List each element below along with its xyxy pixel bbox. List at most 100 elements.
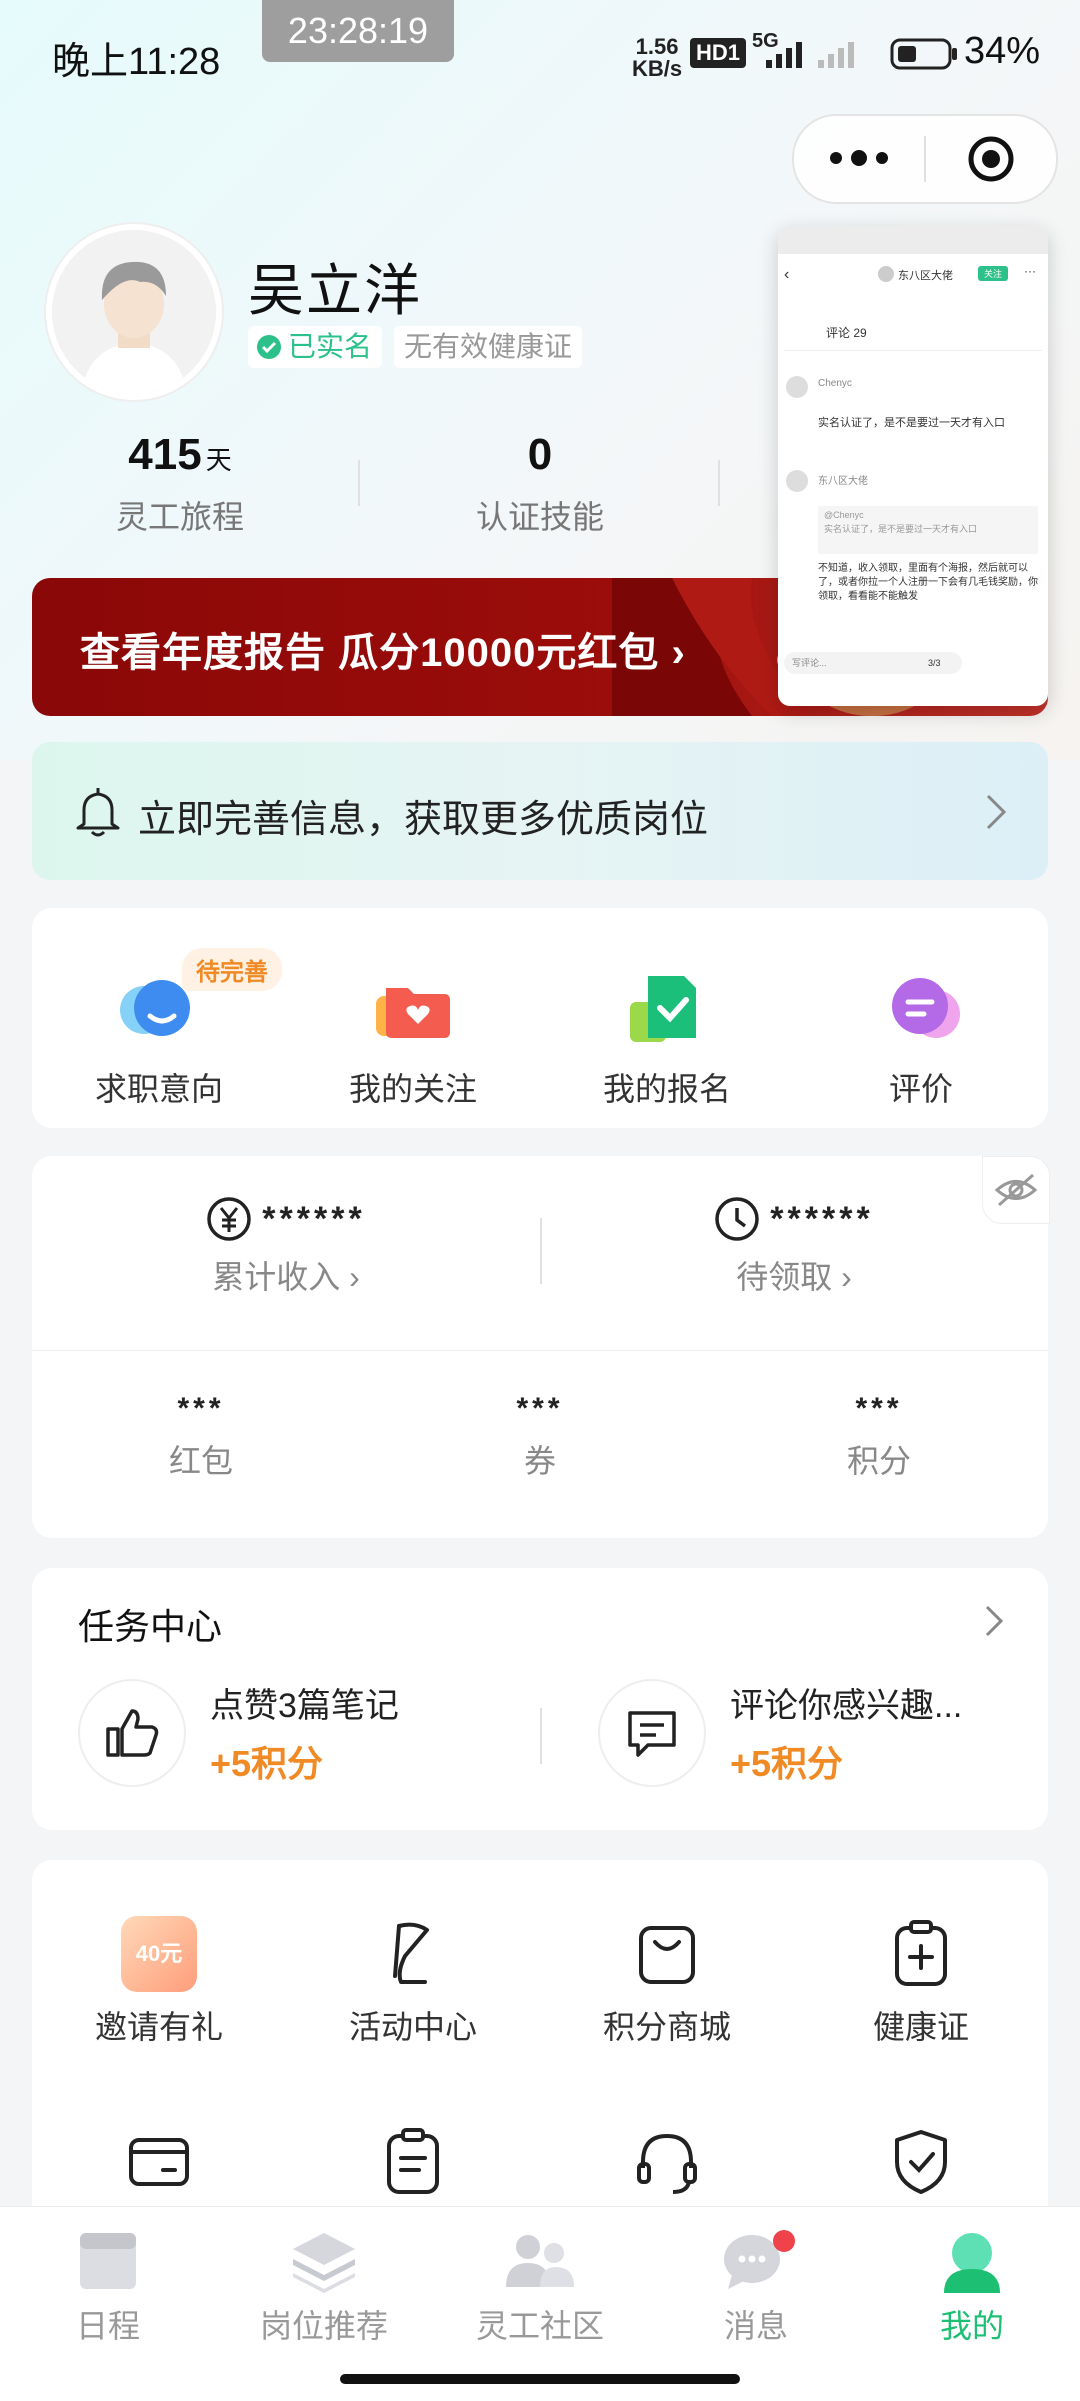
chevron-right-icon: ›	[659, 631, 686, 675]
back-icon: ‹	[784, 266, 790, 283]
health-cert-item[interactable]: 健康证	[794, 1916, 1048, 2048]
tab-me-label: 我的	[939, 2308, 1004, 2344]
preview-input-placeholder: 写评论...	[792, 658, 827, 668]
stat-skills-label: 认证技能	[475, 499, 604, 535]
yen-icon	[207, 1197, 252, 1241]
points-mall-item[interactable]: 积分商城	[540, 1916, 794, 2048]
preview-divider	[784, 350, 1042, 351]
tab-job-recommend[interactable]: 岗位推荐	[216, 2229, 432, 2347]
review-item[interactable]: 评价	[794, 908, 1048, 1110]
task-item-comment[interactable]: 评论你感兴趣... +5积分	[598, 1678, 962, 1787]
verified-badge[interactable]: 已实名	[248, 326, 383, 368]
hd-badge: HD1	[690, 38, 747, 68]
task-comment-points: +5积分	[730, 1743, 844, 1784]
wallet-hdivider	[32, 1350, 1048, 1351]
stat-skills[interactable]: 0 认证技能	[420, 430, 660, 538]
favorites-item[interactable]: 我的关注	[286, 908, 540, 1110]
shopping-bag-icon	[639, 1926, 695, 1984]
preview-quote-user: @Chenyc	[824, 510, 864, 520]
pending-block[interactable]: ****** 待领取 ›	[540, 1196, 1048, 1298]
invite-gift-item[interactable]: 40元 邀请有礼	[32, 1916, 286, 2048]
points-label: 积分	[846, 1443, 911, 1479]
task-center-card: 任务中心 点赞3篇笔记 +5积分 评论你感兴趣... +5积分	[32, 1568, 1048, 1830]
wallet-card-icon[interactable]	[121, 2124, 197, 2200]
miniprogram-capsule	[792, 114, 1058, 204]
preview-header-name: 东八区大佬	[898, 270, 953, 282]
preview-avatar	[878, 266, 894, 282]
task-divider	[540, 1708, 542, 1764]
avatar[interactable]	[46, 224, 222, 400]
task-center-title[interactable]: 任务中心	[78, 1598, 222, 1650]
home-indicator[interactable]	[340, 2374, 740, 2384]
tools-card: 40元 邀请有礼 活动中心 积分商城 健康证	[32, 1860, 1048, 2260]
clock-icon	[715, 1197, 760, 1241]
preview-c1-avatar	[786, 376, 808, 398]
coupon-item[interactable]: *** 券	[370, 1392, 710, 1482]
gift-badge-icon: 40元	[121, 1916, 197, 1992]
preview-c2-name: 东八区大佬	[818, 476, 868, 487]
points-mall-label: 积分商城	[602, 2009, 731, 2045]
clipboard-list-icon[interactable]	[375, 2124, 451, 2200]
total-income-block[interactable]: ****** 累计收入 ›	[32, 1196, 540, 1298]
more-dots-icon[interactable]	[824, 138, 894, 178]
points-value: ***	[855, 1392, 903, 1425]
stat-journey-unit: 天	[205, 445, 232, 475]
favorites-folder-icon	[368, 962, 458, 1052]
quick-actions-card: 求职意向 待完善 我的关注 我的报名 评价	[32, 908, 1048, 1128]
red-packet-item[interactable]: *** 红包	[32, 1392, 370, 1482]
tab-messages[interactable]: 消息	[648, 2229, 864, 2347]
banner-text: 查看年度报告 瓜分10000元红包	[80, 631, 660, 675]
close-target-icon[interactable]	[966, 134, 1016, 184]
avatar-icon	[52, 230, 216, 394]
health-cert-badge[interactable]: 无有效健康证	[394, 326, 583, 368]
preview-follow-button: 关注	[978, 266, 1009, 281]
stat-divider	[358, 460, 360, 506]
points-item[interactable]: *** 积分	[710, 1392, 1048, 1482]
preview-quote-text: 实名认证了，是不是要过一天才有入口	[824, 524, 978, 534]
people-icon	[506, 2235, 574, 2287]
red-packet-label: 红包	[168, 1443, 233, 1479]
chevron-right-icon[interactable]	[984, 1604, 1004, 1638]
more-icon: ···	[1024, 264, 1036, 278]
bottom-tab-bar: 日程 岗位推荐 灵工社区 消息 我的	[0, 2206, 1080, 2401]
preview-quote: @Chenyc 实名认证了，是不是要过一天才有入口	[818, 506, 1038, 554]
comment-icon	[598, 1678, 706, 1787]
preview-header: ‹ 东八区大佬 关注 ···	[778, 254, 1048, 294]
preview-topbar	[778, 226, 1048, 254]
user-name: 吴立洋	[248, 259, 422, 322]
floating-preview-window[interactable]: ‹ 东八区大佬 关注 ··· 评论 29 Chenyc 实名认证了，是不是要过一…	[778, 226, 1048, 706]
net-speed-unit: KB/s	[632, 56, 683, 81]
preview-c1-text: 实名认证了，是不是要过一天才有入口	[818, 417, 1005, 429]
headset-icon[interactable]	[629, 2124, 705, 2200]
battery-percent: 34%	[964, 30, 1041, 72]
stat-journey[interactable]: 415 天 灵工旅程	[60, 430, 300, 538]
calendar-icon	[80, 2233, 136, 2289]
status-time: 晚上11:28	[52, 41, 221, 83]
layers-icon	[293, 2233, 355, 2293]
invite-badge-text: 40元	[135, 1941, 183, 1966]
registration-item[interactable]: 我的报名	[540, 908, 794, 1110]
tab-job-recommend-label: 岗位推荐	[259, 2308, 388, 2344]
pending-value: ******	[770, 1199, 874, 1238]
activity-center-item[interactable]: 活动中心	[286, 1916, 540, 2048]
tab-schedule[interactable]: 日程	[0, 2229, 216, 2347]
favorites-label: 我的关注	[348, 1071, 477, 1107]
tab-schedule-label: 日程	[75, 2308, 140, 2344]
total-income-value: ******	[262, 1199, 366, 1238]
tab-me[interactable]: 我的	[864, 2229, 1080, 2347]
job-intent-item[interactable]: 求职意向	[32, 908, 286, 1110]
task-comment-name: 评论你感兴趣...	[730, 1687, 963, 1725]
net-speed: 1.56 KB/s	[632, 36, 682, 80]
registration-doc-icon	[622, 962, 712, 1052]
complete-info-notice[interactable]: 立即完善信息，获取更多优质岗位	[32, 742, 1048, 880]
preview-c2-avatar	[786, 470, 808, 492]
stat-journey-label: 灵工旅程	[115, 499, 244, 535]
tab-messages-label: 消息	[723, 2308, 788, 2344]
task-item-like[interactable]: 点赞3篇笔记 +5积分	[78, 1678, 399, 1787]
status-bar: 晚上11:28 23:28:19 1.56 KB/s HD1 5G 34%	[0, 0, 1080, 110]
shield-check-icon[interactable]	[883, 2124, 959, 2200]
clipboard-plus-icon	[895, 1920, 947, 1986]
tab-community[interactable]: 灵工社区	[432, 2229, 648, 2347]
verified-label: 已实名	[288, 331, 373, 362]
task-like-points: +5积分	[210, 1743, 324, 1784]
